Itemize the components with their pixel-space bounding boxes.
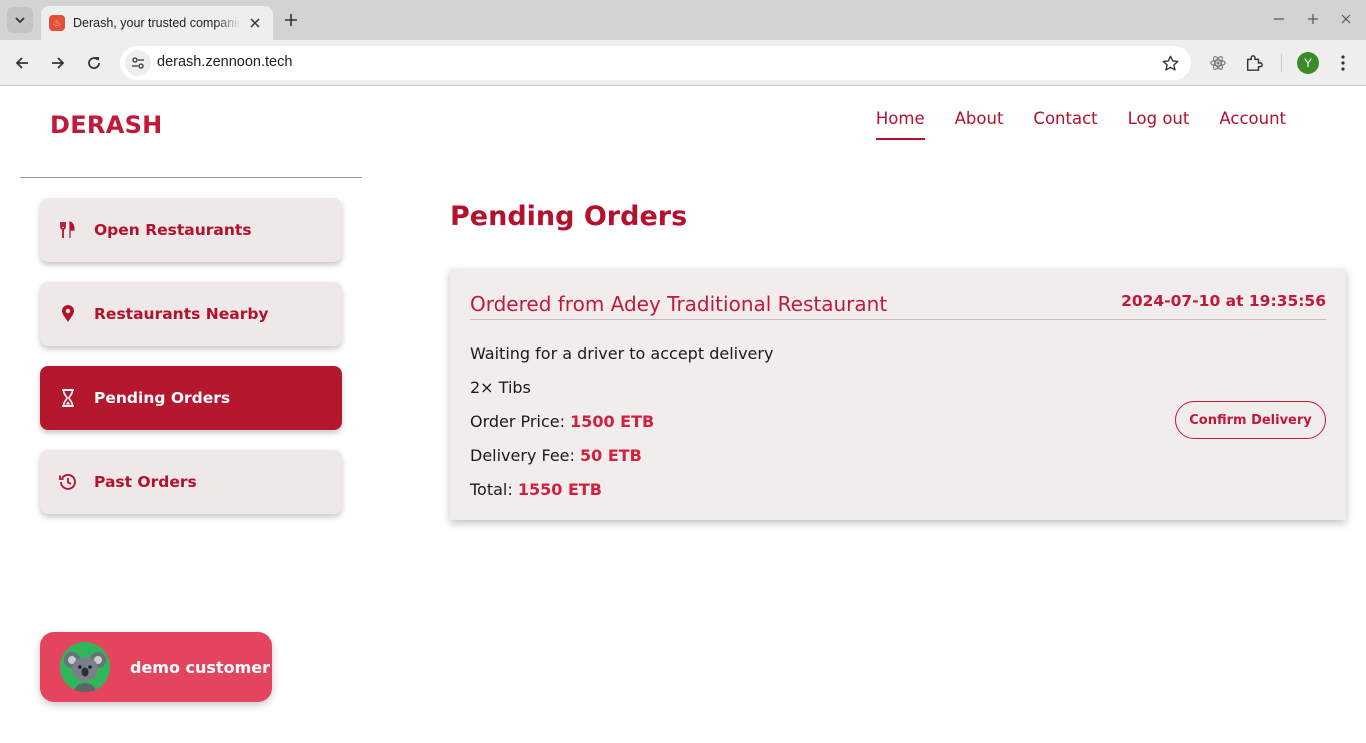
user-profile-chip[interactable]: demo customer	[40, 632, 272, 702]
sidebar-item-open-restaurants[interactable]: Open Restaurants	[40, 198, 342, 262]
browser-tab[interactable]: ♨ Derash, your trusted companion	[41, 6, 273, 40]
history-icon	[58, 472, 78, 492]
reload-icon[interactable]	[81, 50, 107, 76]
utensils-icon	[58, 220, 78, 240]
minimize-icon[interactable]	[1271, 11, 1287, 27]
nav-account[interactable]: Account	[1219, 109, 1286, 140]
browser-tabstrip: ♨ Derash, your trusted companion	[0, 0, 1366, 40]
plus-icon[interactable]	[280, 9, 302, 31]
order-status: Waiting for a driver to accept delivery	[470, 344, 774, 363]
sidebar-item-label: Pending Orders	[94, 389, 231, 407]
back-arrow-icon[interactable]	[9, 50, 35, 76]
confirm-delivery-button[interactable]: Confirm Delivery	[1175, 401, 1326, 439]
order-total-value: 1550 ETB	[517, 480, 602, 499]
address-bar[interactable]: derash.zennoon.tech	[120, 46, 1191, 80]
order-restaurant-title: Ordered from Adey Traditional Restaurant	[470, 292, 888, 316]
tab-search-icon[interactable]	[7, 7, 33, 33]
hourglass-icon	[58, 388, 78, 408]
sidebar-divider	[20, 177, 362, 178]
user-name: demo customer	[130, 657, 270, 677]
order-price-label: Order Price:	[470, 412, 565, 431]
toolbar-divider	[1281, 54, 1282, 72]
tab-title: Derash, your trusted companion	[73, 16, 241, 30]
sidebar-item-past-orders[interactable]: Past Orders	[40, 450, 342, 514]
order-total-label: Total:	[470, 480, 513, 499]
close-icon[interactable]	[247, 15, 263, 31]
order-card: Ordered from Adey Traditional Restaurant…	[450, 269, 1346, 520]
nav-home[interactable]: Home	[875, 109, 925, 140]
order-items: 2× Tibs	[470, 378, 531, 397]
nav-contact[interactable]: Contact	[1033, 109, 1097, 140]
react-devtools-icon[interactable]	[1205, 50, 1231, 76]
sidebar-item-label: Open Restaurants	[94, 221, 252, 239]
extensions-puzzle-icon[interactable]	[1241, 50, 1267, 76]
top-nav: Home About Contact Log out Account	[875, 109, 1286, 140]
sidebar-item-restaurants-nearby[interactable]: Restaurants Nearby	[40, 282, 342, 346]
koala-avatar-icon	[60, 642, 110, 692]
sidebar-item-pending-orders[interactable]: Pending Orders	[40, 366, 342, 430]
page-title: Pending Orders	[450, 201, 688, 232]
site-info-icon[interactable]	[125, 50, 151, 76]
maximize-icon[interactable]	[1305, 11, 1321, 27]
order-price-row: Order Price: 1500 ETB	[470, 412, 654, 431]
order-timestamp: 2024-07-10 at 19:35:56	[1121, 292, 1326, 310]
profile-avatar[interactable]: Y	[1297, 52, 1319, 74]
forward-arrow-icon[interactable]	[45, 50, 71, 76]
delivery-fee-value: 50 ETB	[580, 446, 642, 465]
nav-about[interactable]: About	[955, 109, 1004, 140]
location-pin-icon	[58, 304, 78, 324]
page-content: DERASH Home About Contact Log out Accoun…	[0, 87, 1366, 743]
order-price-value: 1500 ETB	[570, 412, 655, 431]
window-close-icon[interactable]	[1338, 11, 1354, 27]
sidebar-item-label: Restaurants Nearby	[94, 305, 269, 323]
kebab-menu-icon[interactable]	[1330, 50, 1356, 76]
url-text: derash.zennoon.tech	[157, 54, 293, 70]
order-total-row: Total: 1550 ETB	[470, 480, 602, 499]
sidebar-item-label: Past Orders	[94, 473, 197, 491]
brand-logo[interactable]: DERASH	[50, 111, 163, 139]
delivery-fee-row: Delivery Fee: 50 ETB	[470, 446, 642, 465]
nav-logout[interactable]: Log out	[1128, 109, 1190, 140]
derash-favicon-icon: ♨	[49, 15, 65, 31]
order-card-divider	[470, 319, 1326, 320]
delivery-fee-label: Delivery Fee:	[470, 446, 575, 465]
browser-toolbar: derash.zennoon.tech Y	[0, 40, 1366, 86]
bookmark-star-icon[interactable]	[1161, 54, 1179, 72]
